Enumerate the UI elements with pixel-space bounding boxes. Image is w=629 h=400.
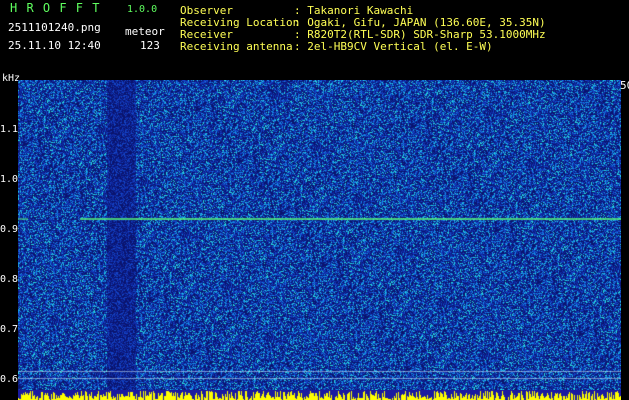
- info-value: : 2el-HB9CV Vertical (el. E-W): [294, 40, 493, 53]
- y-tick-label: 0.6: [0, 374, 19, 385]
- meteor-detection-bar: [18, 390, 621, 400]
- waterfall-canvas[interactable]: [18, 80, 621, 390]
- y-tick-label: 0.7: [0, 324, 19, 335]
- info-antenna: Receiving antenna: 2el-HB9CV Vertical (e…: [180, 41, 546, 53]
- app-title: H R O F F T: [10, 1, 101, 15]
- y-tick-label: 1.1: [0, 124, 19, 135]
- y-tick-label: 0.9: [0, 224, 19, 235]
- y-tick-label: 1.0: [0, 174, 19, 185]
- meteor-label: meteor: [125, 25, 165, 38]
- date-time: 25.11.10 12:40: [8, 39, 101, 52]
- meteor-count: 123: [140, 39, 160, 52]
- waterfall-plot[interactable]: [18, 80, 621, 400]
- station-info: Observer: Takanori Kawachi Receiving Loc…: [180, 5, 546, 53]
- app-version: 1.0.0: [127, 4, 158, 15]
- file-name: 2511101240.png: [8, 21, 101, 34]
- info-key: Receiving antenna: [180, 40, 293, 53]
- y-tick-label: 0.8: [0, 274, 19, 285]
